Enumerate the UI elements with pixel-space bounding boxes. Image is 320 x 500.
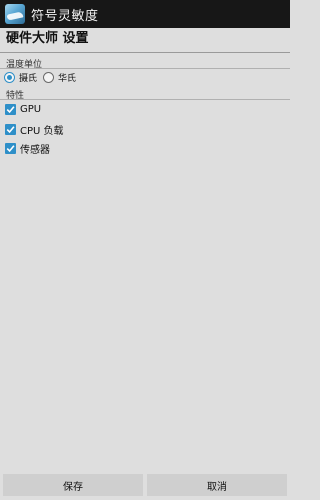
checkmark-icon <box>6 144 15 152</box>
cpu-load-checkbox[interactable] <box>5 123 16 135</box>
sensor-checkbox-row[interactable]: 传感器 <box>5 141 50 156</box>
celsius-label[interactable]: 摄氏 <box>19 71 37 84</box>
gpu-label: GPU <box>20 103 42 115</box>
gpu-checkbox[interactable] <box>5 103 16 115</box>
features-divider <box>0 99 290 100</box>
fahrenheit-label[interactable]: 华氏 <box>58 71 76 84</box>
cpu-load-checkbox-row[interactable]: CPU 负载 <box>5 122 64 137</box>
sensor-checkbox[interactable] <box>5 142 16 154</box>
app-title: 符号灵敏度 <box>31 8 99 24</box>
settings-screen: 符号灵敏度 硬件大师 设置 温度单位 摄氏 华氏 特性 GPU CPU 负载 传… <box>0 0 290 500</box>
save-button[interactable]: 保存 <box>3 474 143 496</box>
app-logo-icon <box>5 4 25 24</box>
title-divider <box>0 52 290 53</box>
cancel-button[interactable]: 取消 <box>147 474 287 496</box>
button-bar: 保存 取消 <box>0 470 290 500</box>
fahrenheit-radio[interactable] <box>43 71 55 83</box>
gpu-checkbox-row[interactable]: GPU <box>5 102 41 116</box>
checkmark-icon <box>6 125 15 133</box>
celsius-radio[interactable] <box>4 71 15 83</box>
action-bar: 符号灵敏度 <box>0 0 290 28</box>
checkmark-icon <box>6 105 15 113</box>
dialog-title: 硬件大师 设置 <box>6 31 89 46</box>
temperature-radio-group: 摄氏 华氏 <box>4 69 82 85</box>
sensor-label: 传感器 <box>20 144 50 156</box>
cpu-load-label: CPU 负载 <box>20 125 64 137</box>
